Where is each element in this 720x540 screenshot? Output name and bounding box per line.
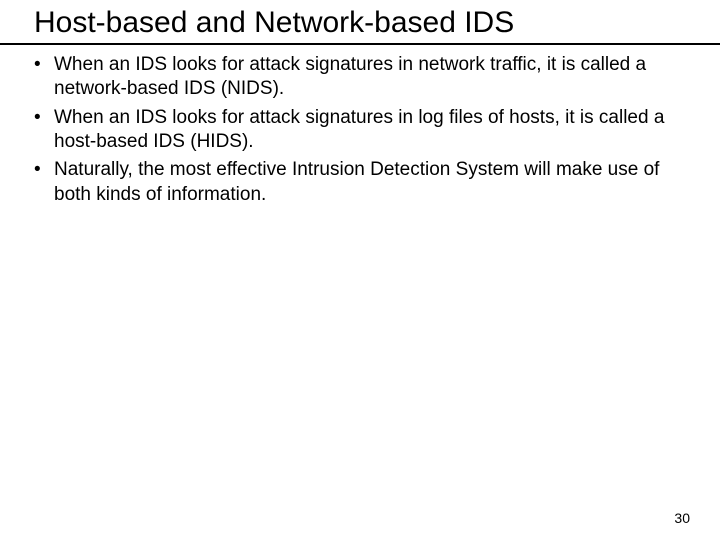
slide: Host-based and Network-based IDS When an… (0, 0, 720, 540)
bullet-text: When an IDS looks for attack signatures … (54, 54, 646, 99)
bullet-text: When an IDS looks for attack signatures … (54, 107, 664, 152)
bullet-list: When an IDS looks for attack signatures … (30, 53, 690, 207)
bullet-item: When an IDS looks for attack signatures … (30, 106, 690, 155)
page-number: 30 (674, 510, 690, 526)
slide-body: When an IDS looks for attack signatures … (0, 45, 720, 207)
title-container: Host-based and Network-based IDS (0, 0, 694, 43)
bullet-item: When an IDS looks for attack signatures … (30, 53, 690, 102)
slide-title: Host-based and Network-based IDS (34, 6, 694, 43)
bullet-text: Naturally, the most effective Intrusion … (54, 159, 659, 204)
bullet-item: Naturally, the most effective Intrusion … (30, 158, 690, 207)
